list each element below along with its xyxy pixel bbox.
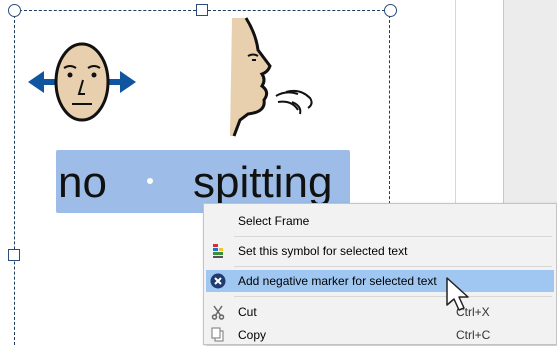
menu-item-shortcut: Ctrl+C <box>456 328 491 342</box>
scissors-icon <box>210 304 226 320</box>
menu-item-select-frame[interactable]: Select Frame <box>206 210 554 232</box>
symbol-palette-icon <box>210 243 226 259</box>
menu-separator <box>234 236 552 237</box>
menu-item-label: Set this symbol for selected text <box>238 244 408 258</box>
copy-icon <box>210 327 226 343</box>
resize-handle-top[interactable] <box>196 4 208 16</box>
menu-item-label: Select Frame <box>238 214 310 228</box>
menu-item-copy[interactable]: Copy Ctrl+C <box>206 324 554 346</box>
word-no[interactable]: no <box>58 156 107 210</box>
word-separator-dot <box>147 178 153 184</box>
negative-marker-icon <box>210 273 226 289</box>
mouse-pointer-icon <box>446 277 472 318</box>
resize-handle-top-left[interactable] <box>8 4 21 17</box>
word-spitting[interactable]: spitting <box>193 156 332 210</box>
menu-separator <box>234 266 552 267</box>
spitting-profile-icon[interactable] <box>226 16 322 138</box>
menu-separator <box>234 296 552 297</box>
resize-handle-top-right[interactable] <box>384 4 397 17</box>
face-sideways-arrows-icon[interactable] <box>26 38 138 124</box>
menu-item-cut[interactable]: Cut Ctrl+X <box>206 301 554 323</box>
menu-item-add-negative-marker[interactable]: Add negative marker for selected text <box>206 270 554 292</box>
menu-item-label: Copy <box>238 328 267 342</box>
menu-item-label: Add negative marker for selected text <box>238 274 437 288</box>
menu-item-set-symbol[interactable]: Set this symbol for selected text <box>206 240 554 262</box>
context-menu: Select Frame Set this symbol for selecte… <box>203 203 557 345</box>
menu-item-label: Cut <box>238 305 257 319</box>
resize-handle-left[interactable] <box>8 249 20 261</box>
